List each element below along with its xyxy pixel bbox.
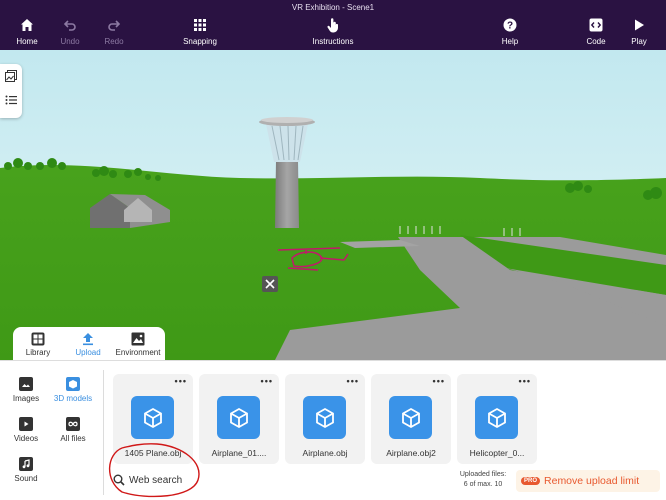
remove-upload-limit-label: Remove upload limit (544, 475, 640, 487)
category-videos[interactable]: Videos (6, 417, 46, 443)
cube-icon (475, 396, 518, 439)
delete-gizmo[interactable] (262, 276, 278, 292)
cube-icon (131, 396, 174, 439)
search-icon (113, 474, 125, 486)
list-icon (5, 95, 17, 105)
cube-icon (217, 396, 260, 439)
code-icon (587, 16, 605, 34)
file-card[interactable]: ••• Airplane.obj (285, 374, 365, 464)
category-videos-label: Videos (13, 434, 39, 443)
snapping-button[interactable]: Snapping (170, 16, 230, 46)
category-all-files-label: All files (60, 434, 86, 443)
video-icon (19, 417, 33, 431)
grid-icon (191, 16, 209, 34)
more-options-icon[interactable]: ••• (519, 377, 531, 386)
cube-icon (389, 396, 432, 439)
list-button[interactable] (0, 88, 22, 112)
help-button[interactable]: ? Help (480, 16, 540, 46)
infinity-icon (66, 417, 80, 431)
play-button[interactable]: Play (609, 16, 666, 46)
snapping-label: Snapping (183, 37, 217, 46)
category-all-files[interactable]: All files (53, 417, 93, 443)
image-icon (19, 377, 33, 391)
file-name: Helicopter_0... (469, 448, 525, 458)
side-toolbar (0, 64, 22, 118)
scene-viewport[interactable] (0, 50, 666, 360)
undo-icon (61, 16, 79, 34)
more-options-icon[interactable]: ••• (175, 377, 187, 386)
tab-library-label: Library (25, 348, 51, 357)
category-sound-label: Sound (14, 474, 38, 483)
music-icon (19, 457, 33, 471)
web-search-label: Web search (129, 474, 183, 486)
help-icon: ? (501, 16, 519, 34)
more-options-icon[interactable]: ••• (261, 377, 273, 386)
tab-environment-label: Environment (115, 348, 161, 357)
svg-text:?: ? (507, 21, 513, 32)
scene-canvas (0, 50, 666, 360)
hand-icon (324, 16, 342, 34)
file-card[interactable]: ••• Helicopter_0... (457, 374, 537, 464)
app-root: VR Exhibition - Scene1 Home Undo Redo Sn… (0, 0, 666, 500)
redo-label: Redo (104, 37, 124, 46)
instructions-label: Instructions (312, 37, 354, 46)
asset-tab-bar: Library Upload Environment (13, 327, 165, 363)
file-name: Airplane.obj2 (386, 448, 436, 458)
undo-label: Undo (60, 37, 80, 46)
remove-upload-limit-button[interactable]: PRO Remove upload limit (516, 470, 660, 492)
window-title: VR Exhibition - Scene1 (291, 3, 375, 12)
tab-environment[interactable]: Environment (113, 327, 163, 363)
play-label: Play (631, 37, 647, 46)
instructions-button[interactable]: Instructions (303, 16, 363, 46)
file-name: Airplane.obj (302, 448, 348, 458)
upload-count: Uploaded files: 6 of max. 10 (450, 470, 516, 490)
tab-upload-label: Upload (75, 348, 101, 357)
home-label: Home (16, 37, 38, 46)
redo-icon (105, 16, 123, 34)
redo-button[interactable]: Redo (84, 16, 144, 46)
library-icon (31, 332, 45, 346)
code-label: Code (586, 37, 606, 46)
upload-icon (83, 333, 93, 346)
home-icon (18, 16, 36, 34)
upload-count-title: Uploaded files: (459, 471, 507, 478)
more-options-icon[interactable]: ••• (433, 377, 445, 386)
file-card[interactable]: ••• Airplane.obj2 (371, 374, 451, 464)
more-options-icon[interactable]: ••• (347, 377, 359, 386)
cube-icon (303, 396, 346, 439)
category-3d-models-label: 3D models (53, 394, 93, 403)
environment-icon (131, 332, 145, 346)
category-3d-models[interactable]: 3D models (53, 377, 93, 403)
upload-count-value: 6 of max. 10 (463, 481, 503, 488)
top-toolbar: VR Exhibition - Scene1 Home Undo Redo Sn… (0, 0, 666, 50)
cube-icon (66, 377, 80, 391)
gallery-button[interactable] (0, 64, 22, 88)
tab-upload[interactable]: Upload (63, 327, 113, 363)
category-images-label: Images (12, 394, 40, 403)
category-images[interactable]: Images (6, 377, 46, 403)
gallery-icon (5, 70, 17, 82)
tab-library[interactable]: Library (13, 327, 63, 363)
pro-badge: PRO (521, 477, 541, 485)
web-search-button[interactable]: Web search (113, 470, 199, 490)
category-sound[interactable]: Sound (6, 457, 46, 483)
play-icon (630, 16, 648, 34)
help-label: Help (501, 37, 519, 46)
